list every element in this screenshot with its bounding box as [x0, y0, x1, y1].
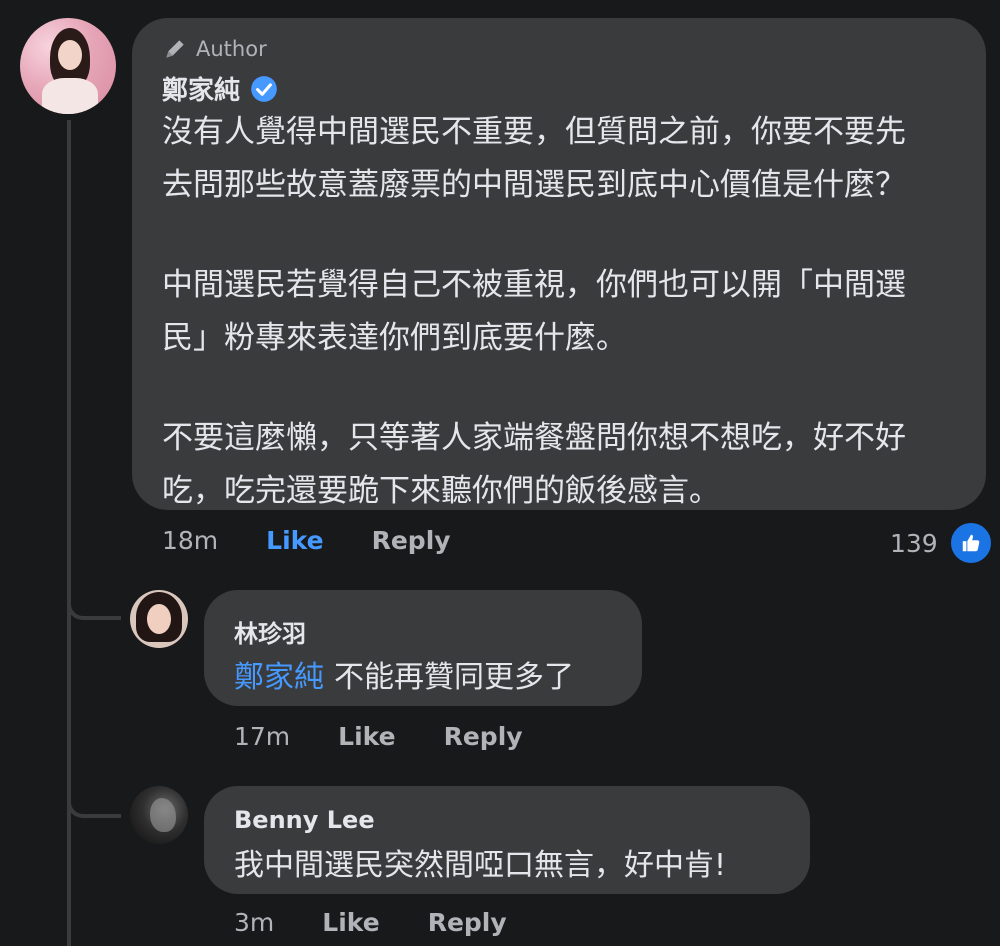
comment-paragraph: 中間選民若覺得自己不被重視，你們也可以開「中間選 民」粉專來表達你們到底要什麼。 [162, 267, 906, 356]
commenter-name[interactable]: 鄭家純 [162, 70, 240, 107]
pencil-icon [166, 40, 184, 58]
author-badge: Author [162, 36, 267, 62]
reaction-summary[interactable]: 139 [890, 520, 994, 566]
reply-text: 鄭家純 不能再贊同更多了 [234, 652, 574, 696]
reply-message: 不能再贊同更多了 [334, 660, 574, 695]
reply-button[interactable]: Reply [372, 526, 451, 555]
commenter-name-row: 鄭家純 [162, 70, 278, 107]
reply-author-name[interactable]: Benny Lee [234, 806, 375, 834]
comment-actions: 18m Like Reply [162, 526, 499, 555]
reply-button[interactable]: Reply [428, 908, 507, 937]
timestamp[interactable]: 18m [162, 526, 218, 555]
reply-message: 我中間選民突然間啞口無言，好中肯! [234, 848, 727, 883]
timestamp[interactable]: 17m [234, 722, 290, 751]
timestamp[interactable]: 3m [234, 908, 274, 937]
like-button[interactable]: Like [338, 722, 395, 751]
reaction-count: 139 [890, 528, 938, 558]
comment-body: 沒有人覺得中間選民不重要，但質問之前，你要不要先 去問那些故意蓋廢票的中間選民到… [162, 106, 972, 518]
author-label: Author [196, 37, 267, 61]
comment-thread: Author 鄭家純 沒有人覺得中間選民不重要，但質問之前，你要不要先 去問那些… [0, 0, 1000, 946]
like-button[interactable]: Like [266, 526, 323, 555]
avatar[interactable] [20, 18, 116, 114]
thumbs-up-icon [947, 520, 994, 566]
comment-paragraph: 沒有人覺得中間選民不重要，但質問之前，你要不要先 去問那些故意蓋廢票的中間選民到… [162, 114, 906, 203]
reply-actions: 3m Like Reply [234, 908, 555, 937]
avatar[interactable] [130, 786, 188, 844]
reply-connector-2 [67, 766, 121, 818]
avatar[interactable] [130, 590, 188, 648]
comment-paragraph: 不要這麼懶，只等著人家端餐盤問你想不想吃，好不好 吃，吃完還要跪下來聽你們的飯後… [162, 420, 906, 509]
verified-badge-icon [251, 75, 277, 102]
thread-connector-line [67, 120, 71, 946]
reply-connector-1 [67, 568, 121, 620]
reply-actions: 17m Like Reply [234, 722, 571, 751]
reply-button[interactable]: Reply [444, 722, 523, 751]
mention-link[interactable]: 鄭家純 [234, 660, 324, 695]
like-button[interactable]: Like [322, 908, 379, 937]
reply-author-name[interactable]: 林珍羽 [234, 614, 306, 649]
